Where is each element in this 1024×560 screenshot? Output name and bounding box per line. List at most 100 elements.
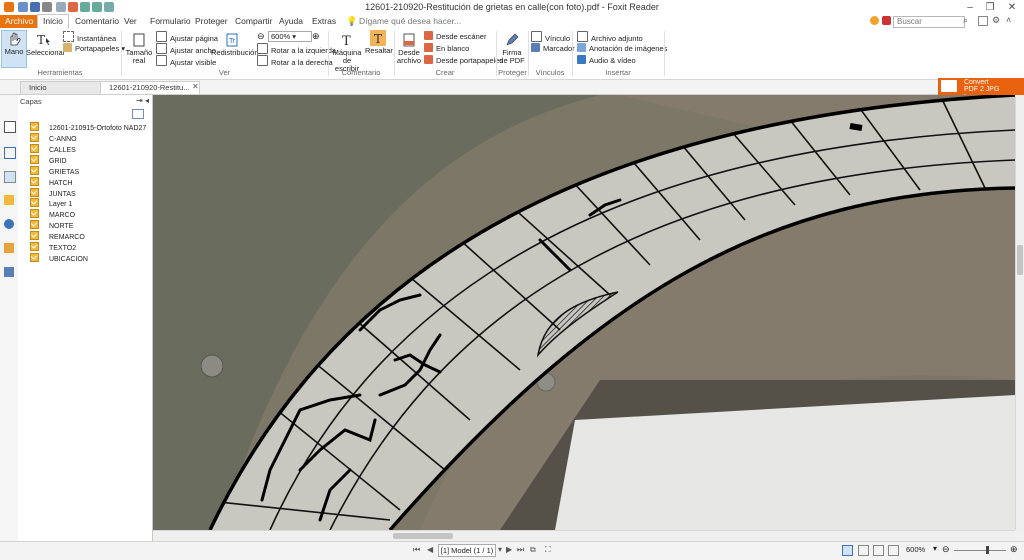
select-tool-button[interactable]: T Seleccionar <box>26 32 65 57</box>
layer-visible-checkbox[interactable] <box>30 166 39 175</box>
layer-options-icon[interactable] <box>132 109 144 119</box>
tab-inicio-doc[interactable]: Inicio <box>20 81 104 94</box>
chevron-up-icon[interactable]: ˄ <box>1006 15 1011 25</box>
status-zoom-out-icon[interactable]: ⊖ <box>942 544 950 555</box>
layer-item[interactable]: MARCO <box>30 209 75 219</box>
zoom-in-icon[interactable]: ⊕ <box>312 31 320 42</box>
tab-ver[interactable]: Ver <box>119 15 142 28</box>
panel-collapse-icon[interactable]: ◂ <box>145 96 149 105</box>
from-clipboard-button[interactable]: Desde portapapeles <box>424 55 503 65</box>
layer-item[interactable]: GRIETAS <box>30 166 79 176</box>
layer-item[interactable]: UBICACION <box>30 253 88 263</box>
layer-visible-checkbox[interactable] <box>30 122 39 131</box>
zoom-slider-handle[interactable] <box>986 546 989 554</box>
hand-tool-button[interactable]: Mano <box>1 30 27 68</box>
tab-compartir[interactable]: Compartir <box>230 15 277 28</box>
page-dropdown-icon[interactable]: ▾ <box>498 545 502 554</box>
vertical-scroll-thumb[interactable] <box>1017 245 1023 275</box>
maximize-button[interactable]: ❐ <box>980 1 1000 14</box>
close-button[interactable]: ✕ <box>1002 1 1022 14</box>
convert-banner[interactable]: Convert PDF 2 JPG Images <box>938 78 1024 101</box>
tab-archivo[interactable]: Archivo <box>0 15 39 28</box>
layer-visible-checkbox[interactable] <box>30 133 39 142</box>
tab-ayuda[interactable]: Ayuda <box>274 15 308 28</box>
next-page-icon[interactable]: ▶ <box>506 545 512 554</box>
layer-item[interactable]: TEXTO2 <box>30 242 76 252</box>
reflow-button[interactable]: Tr Redistribución <box>211 32 259 57</box>
zoom-out-icon[interactable]: ⊖ <box>257 31 265 42</box>
layer-visible-checkbox[interactable] <box>30 188 39 197</box>
search-icon[interactable]: ⌕ <box>963 15 968 26</box>
fit-visible-button[interactable]: Ajustar visible <box>156 55 216 67</box>
tell-me-input[interactable]: Dígame qué desea hacer... <box>354 15 466 28</box>
horizontal-scroll-thumb[interactable] <box>393 533 453 539</box>
comments-panel-icon[interactable] <box>4 195 14 205</box>
minimize-button[interactable]: – <box>960 1 980 14</box>
snapshot-button[interactable]: Instantánea <box>63 31 116 43</box>
search-input[interactable]: Buscar <box>893 16 965 28</box>
tab-comentario[interactable]: Comentario <box>70 15 124 28</box>
link-button[interactable]: Vínculo <box>531 31 570 43</box>
layer-visible-checkbox[interactable] <box>30 198 39 207</box>
layer-item[interactable]: CALLES <box>30 144 76 154</box>
fullscreen-icon[interactable]: ⛶ <box>545 545 551 555</box>
cover-icon[interactable] <box>888 545 899 556</box>
layout-icon[interactable] <box>978 16 988 26</box>
layer-item[interactable]: 12601-210915-Ortofoto NAD27 <box>30 122 146 132</box>
attachments-panel-icon[interactable] <box>4 219 14 229</box>
layer-visible-checkbox[interactable] <box>30 209 39 218</box>
drawing-canvas[interactable] <box>153 95 1015 530</box>
tab-inicio[interactable]: Inicio <box>37 14 69 29</box>
layers-panel-icon[interactable] <box>4 171 16 183</box>
layer-visible-checkbox[interactable] <box>30 177 39 186</box>
layer-visible-checkbox[interactable] <box>30 220 39 229</box>
vertical-scrollbar[interactable] <box>1015 95 1024 530</box>
facing-icon[interactable] <box>873 545 884 556</box>
rotate-left-button[interactable]: Rotar a la izquierda <box>257 43 336 55</box>
layer-item[interactable]: HATCH <box>30 177 73 187</box>
layer-item[interactable]: JUNTAS <box>30 188 76 198</box>
last-page-icon[interactable]: ⏭ <box>517 545 524 555</box>
single-page-icon[interactable] <box>842 545 853 556</box>
layer-item[interactable]: REMARCO <box>30 231 85 241</box>
bookmarks-panel-icon[interactable] <box>4 121 16 133</box>
continuous-icon[interactable] <box>858 545 869 556</box>
zoom-select[interactable]: 600% ▾ <box>268 31 312 42</box>
store-icon[interactable] <box>882 16 891 25</box>
layer-item[interactable]: C-ANNO <box>30 133 77 143</box>
rotate-right-button[interactable]: Rotar a la derecha <box>257 55 333 67</box>
pages-panel-icon[interactable] <box>4 147 16 159</box>
attachment-button[interactable]: Archivo adjunto <box>577 31 643 43</box>
fit-page-button[interactable]: Ajustar página <box>156 31 218 43</box>
blank-button[interactable]: En blanco <box>424 43 469 53</box>
smiley-icon[interactable] <box>870 16 879 25</box>
tab-extras[interactable]: Extras <box>307 15 341 28</box>
from-file-button[interactable]: Desde archivo <box>396 32 422 65</box>
horizontal-scrollbar[interactable] <box>153 530 1015 541</box>
layer-visible-checkbox[interactable] <box>30 231 39 240</box>
layer-item[interactable]: GRID <box>30 155 67 165</box>
tab-proteger[interactable]: Proteger <box>190 15 233 28</box>
actual-size-button[interactable]: Tamaño real <box>125 32 153 65</box>
audio-video-button[interactable]: Audio & vídeo <box>577 55 636 65</box>
bookmark-button[interactable]: Marcador <box>531 43 575 53</box>
layer-item[interactable]: NORTE <box>30 220 73 230</box>
panel-pin-icon[interactable]: ⇥ <box>136 96 143 105</box>
image-annotation-button[interactable]: Anotación de imágenes <box>577 43 667 53</box>
typewriter-button[interactable]: T Máquina de escribir <box>330 32 364 73</box>
close-tab-icon[interactable]: ✕ <box>192 82 199 91</box>
layer-visible-checkbox[interactable] <box>30 253 39 262</box>
tab-formulario[interactable]: Formulario <box>145 15 196 28</box>
fit-width-button[interactable]: Ajustar ancho <box>156 43 216 55</box>
page-indicator[interactable]: [1] Model (1 / 1) <box>438 544 496 557</box>
zoom-slider-track[interactable] <box>954 550 1006 551</box>
layer-visible-checkbox[interactable] <box>30 144 39 153</box>
layer-item[interactable]: Layer 1 <box>30 198 72 208</box>
layer-visible-checkbox[interactable] <box>30 242 39 251</box>
from-scanner-button[interactable]: Desde escáner <box>424 31 486 41</box>
tab-document[interactable]: 12601-210920-Restitu... <box>100 81 200 94</box>
prev-page-icon[interactable]: ◀ <box>427 545 433 554</box>
tools-panel-icon[interactable] <box>4 267 14 277</box>
security-panel-icon[interactable] <box>4 243 14 253</box>
gear-icon[interactable]: ⚙ <box>992 15 1000 26</box>
